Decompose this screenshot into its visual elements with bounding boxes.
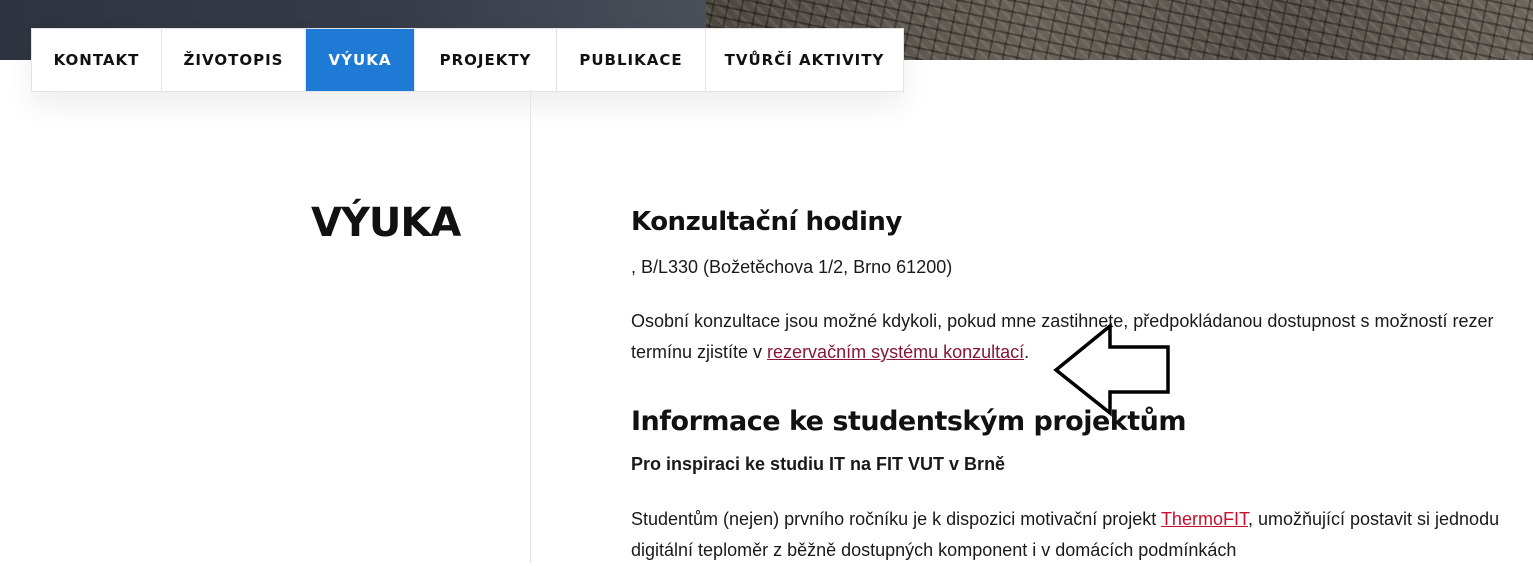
consult-location: , B/L330 (Božetěchova 1/2, Brno 61200) [631, 257, 953, 277]
tab-zivotopis[interactable]: ŽIVOTOPIS [162, 29, 306, 91]
main-nav: KONTAKT ŽIVOTOPIS VÝUKA PROJEKTY PUBLIKA… [31, 28, 904, 92]
projects-text-line2: digitální teploměr z běžně dostupných ko… [631, 540, 1237, 560]
projects-subheading: Pro inspiraci ke studiu IT na FIT VUT v … [631, 449, 1533, 480]
tab-tvurci-aktivity[interactable]: TVŮRČÍ AKTIVITY [706, 29, 903, 91]
reservation-system-link[interactable]: rezervačním systému konzultací [767, 342, 1024, 362]
projects-text-before: Studentům (nejen) prvního ročníku je k d… [631, 509, 1161, 529]
projects-text-after: , umožňující postavit si jednodu [1247, 509, 1500, 529]
tab-publikace[interactable]: PUBLIKACE [557, 29, 706, 91]
consult-text-before: termínu zjistíte v [631, 342, 768, 362]
tab-vyuka[interactable]: VÝUKA [306, 29, 415, 91]
consult-heading: Konzultační hodiny [631, 207, 902, 237]
thermofit-link[interactable]: ThermoFIT [1161, 509, 1248, 529]
consult-text-after: . [1024, 342, 1030, 362]
column-divider [530, 90, 531, 563]
tab-kontakt[interactable]: KONTAKT [32, 29, 162, 91]
left-arrow-outline-icon [1053, 323, 1170, 417]
projects-text-line1: Studentům (nejen) prvního ročníku je k d… [631, 504, 1533, 535]
projects-subheading-text: Pro inspiraci ke studiu IT na FIT VUT v … [631, 454, 1006, 474]
page-title: VÝUKA [311, 200, 461, 246]
tab-projekty[interactable]: PROJEKTY [415, 29, 557, 91]
